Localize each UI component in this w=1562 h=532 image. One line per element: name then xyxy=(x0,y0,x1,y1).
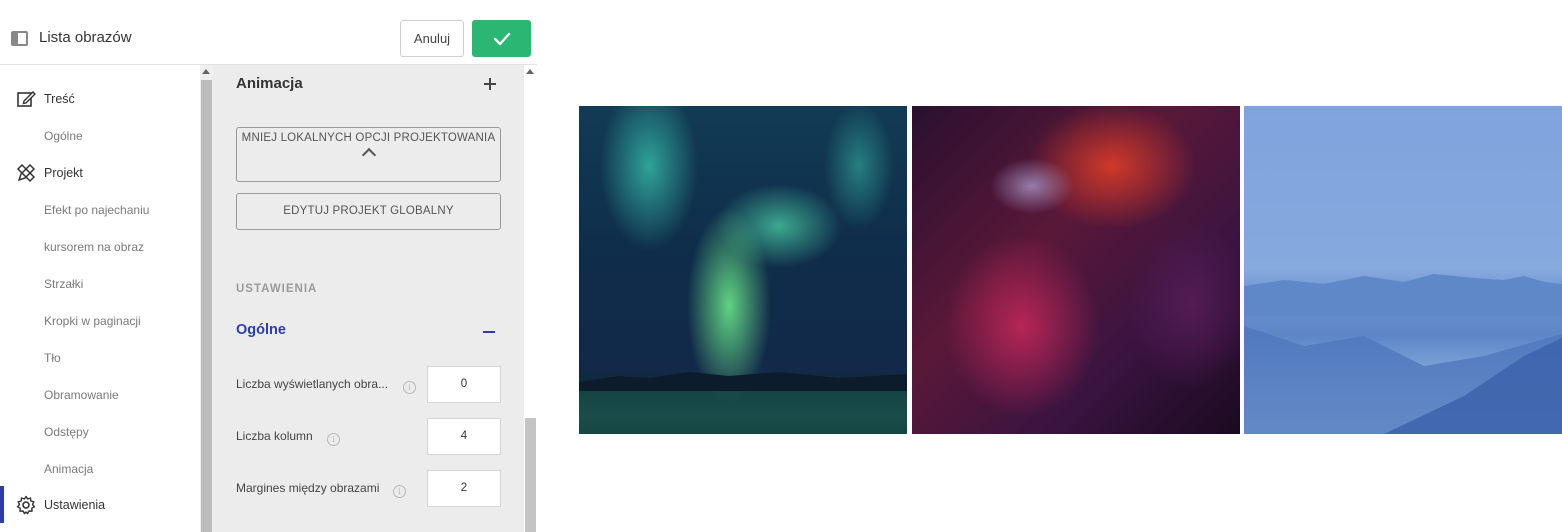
subsection-title[interactable]: Ogólne xyxy=(236,322,286,338)
gallery-image-canyon[interactable] xyxy=(912,106,1240,434)
sidebar-item-label: Tło xyxy=(44,350,61,365)
sidebar-item-ogolne[interactable]: Ogólne xyxy=(0,117,200,154)
field-label-columns: Liczba kolumn xyxy=(236,429,313,443)
checkmark-icon xyxy=(493,32,510,45)
sidebar-item-label: kursorem na obraz xyxy=(44,239,145,254)
sidebar-item-ustawienia[interactable]: Ustawienia xyxy=(0,486,200,523)
sidebar-item-label: Strzałki xyxy=(44,276,84,291)
sidebar-item-label: Treść xyxy=(44,91,75,106)
sidebar-item-label: Obramowanie xyxy=(44,387,119,402)
scroll-up-arrow-icon[interactable] xyxy=(202,69,210,74)
chevron-up-icon xyxy=(361,147,376,163)
settings-pane: Animacja MNIEJ LOKALNYCH OPCJI PROJEKTOW… xyxy=(213,65,524,532)
scroll-up-arrow-icon[interactable] xyxy=(526,69,534,74)
sidebar-item-hover-effect-cont[interactable]: kursorem na obraz xyxy=(0,228,200,265)
sidebar-item-label: Projekt xyxy=(44,165,83,180)
gallery-image-mountains[interactable] xyxy=(1244,106,1562,434)
sidebar-item-odstepy[interactable]: Odstępy xyxy=(0,413,200,450)
less-local-options-button[interactable]: MNIEJ LOKALNYCH OPCJI PROJEKTOWANIA xyxy=(236,127,501,182)
columns-count-input[interactable]: 4 xyxy=(427,418,501,455)
info-icon[interactable]: i xyxy=(403,381,416,394)
sidebar-item-animacja[interactable]: Animacja xyxy=(0,450,200,487)
panel-header: Lista obrazów Anuluj xyxy=(0,0,537,65)
confirm-button[interactable] xyxy=(472,20,531,57)
sidebar-item-tresc[interactable]: Treść xyxy=(0,80,200,117)
sidebar-item-tlo[interactable]: Tło xyxy=(0,339,200,376)
info-icon[interactable]: i xyxy=(327,433,340,446)
panel-title: Lista obrazów xyxy=(39,29,132,46)
sidebar-item-projekt[interactable]: Projekt xyxy=(0,154,200,191)
field-label-margin: Margines między obrazami xyxy=(236,481,380,495)
panel-toggle-icon[interactable] xyxy=(11,31,28,46)
cancel-button[interactable]: Anuluj xyxy=(400,20,464,57)
sidebar-scrollbar[interactable] xyxy=(200,65,213,532)
sidebar-item-hover-effect[interactable]: Efekt po najechaniu xyxy=(0,191,200,228)
edit-global-design-button[interactable]: EDYTUJ PROJEKT GLOBALNY xyxy=(236,193,501,230)
scrollbar-thumb[interactable] xyxy=(525,418,536,532)
section-title: Animacja xyxy=(236,75,303,92)
design-icon xyxy=(16,163,36,183)
less-local-options-label: MNIEJ LOKALNYCH OPCJI PROJEKTOWANIA xyxy=(241,132,496,144)
margin-input[interactable]: 2 xyxy=(427,470,501,507)
images-count-input[interactable]: 0 xyxy=(427,366,501,403)
sidebar-item-label: Kropki w paginacji xyxy=(44,313,141,328)
expand-plus-icon[interactable] xyxy=(483,77,497,91)
settings-scrollbar[interactable] xyxy=(524,65,537,532)
sidebar-item-label: Ogólne xyxy=(44,128,83,143)
sidebar-item-label: Efekt po najechaniu xyxy=(44,202,150,217)
editor-panel: Lista obrazów Anuluj Treść Ogólne Projek… xyxy=(0,0,537,532)
group-heading: USTAWIENIA xyxy=(236,283,318,295)
sidebar-item-label: Animacja xyxy=(44,461,94,476)
field-label-images-count: Liczba wyświetlanych obra... xyxy=(236,377,389,391)
aurora-artwork xyxy=(579,372,907,434)
sidebar-nav: Treść Ogólne Projekt Efekt po najechaniu… xyxy=(0,65,200,532)
scrollbar-thumb[interactable] xyxy=(201,80,212,532)
sidebar-item-obramowanie[interactable]: Obramowanie xyxy=(0,376,200,413)
info-icon[interactable]: i xyxy=(393,485,406,498)
sidebar-item-kropki[interactable]: Kropki w paginacji xyxy=(0,302,200,339)
collapse-minus-icon[interactable] xyxy=(483,331,495,333)
sidebar-item-strzalki[interactable]: Strzałki xyxy=(0,265,200,302)
gallery-image-aurora[interactable] xyxy=(579,106,907,434)
edit-icon xyxy=(17,91,36,107)
gear-icon xyxy=(16,495,36,515)
mountains-artwork xyxy=(1244,274,1562,434)
sidebar-item-label: Ustawienia xyxy=(44,497,106,512)
sidebar-item-label: Odstępy xyxy=(44,424,89,439)
